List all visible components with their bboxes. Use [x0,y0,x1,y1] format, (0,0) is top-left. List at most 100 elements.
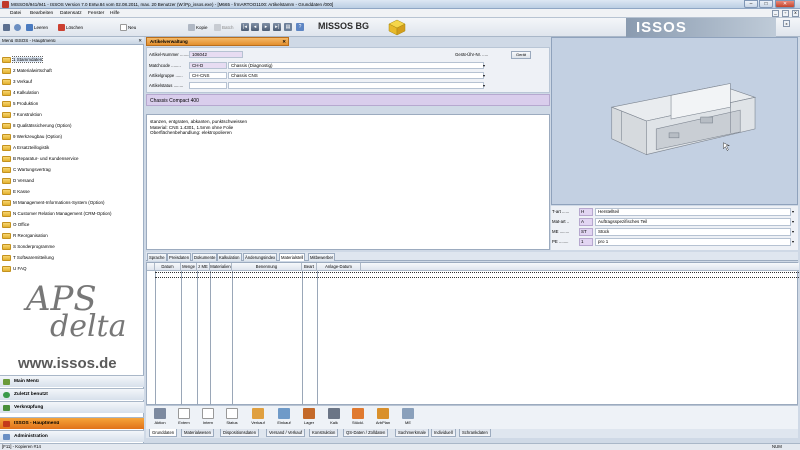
menu-hilfe[interactable]: Hilfe [110,11,120,16]
artikelgruppe-code-field[interactable]: CH-CNS [189,72,227,79]
undo-icon[interactable] [14,23,22,32]
matchcode-code-field[interactable]: CH-D [189,62,227,69]
next-record-button[interactable]: ▸ [262,23,270,31]
column-header-beart[interactable]: Beart [302,263,317,271]
doc-close-button[interactable]: x [792,10,799,17]
tab-close-icon[interactable]: ✕ [282,38,286,45]
description-textarea[interactable]: stanzen, entgraten, abkanten, punktschwe… [146,114,550,250]
sidebar-item-konstruktion[interactable]: 7 Konstruktion [2,110,140,119]
column-header-zme[interactable]: z ME [197,263,210,271]
mengeneinheit-dropdown-icon[interactable]: ▾ [792,229,794,234]
loeschen-button[interactable]: Löschen [58,23,83,32]
minimize-button[interactable]: – [744,0,758,8]
nav-verknuepfung[interactable]: Verknüpfung [0,401,144,413]
tab-sachmerkmale[interactable]: Sachmerkmale [395,429,429,437]
nav-issos-hauptmenue[interactable]: ISSOS - Hauptmenü [0,417,144,429]
prev-record-button[interactable]: ◂ [251,23,259,31]
tab-dispositionsdaten[interactable]: Dispositionsdaten [220,429,260,437]
sidebar-item-verkauf[interactable]: 3 Verkauf [2,77,140,86]
sidebar-item-produktion[interactable]: 5 Produktion [2,99,140,108]
leeren-button[interactable]: Leeren [26,23,48,32]
mengeneinheit-text-field[interactable]: Stück [595,228,791,236]
artikelstatus-code-field[interactable] [189,82,227,89]
description-title[interactable]: Chassis Compact 400 [146,94,550,106]
matchcode-dropdown-icon[interactable]: ▾ [481,63,487,69]
sidebar-item-reparatur[interactable]: B Reparatur- und Kundenservice [2,154,140,163]
sidebar-item-qualitaetssicherung[interactable]: 8 Qualitätssicherung (Option) [2,121,140,130]
menu-datei[interactable]: Datei [10,11,21,16]
menu-bearbeiten[interactable]: Bearbeiten [30,11,53,16]
tab-preisdaten[interactable]: Preisdaten [167,253,192,261]
intern-button[interactable]: Intern [198,408,218,429]
menu-datensatz[interactable]: Datensatz [60,11,82,16]
geraet-button[interactable]: Gerät [511,51,531,59]
tab-materialwesen[interactable]: Materialwesen [181,429,214,437]
material-grid[interactable]: Datum Menge z ME Materialien Benennung B… [146,262,799,405]
sidebar-item-werkzeugbau[interactable]: 9 Werkzeugbau (Option) [2,132,140,141]
column-header-materialien[interactable]: Materialien [210,263,232,271]
sidebar-item-kalkulation[interactable]: 4 Kalkulation [2,88,140,97]
stueckliste-button[interactable]: Stückl. [348,408,368,429]
help-icon[interactable]: ? [296,23,304,31]
status-button[interactable]: Status [222,408,242,429]
aktion-button[interactable]: Aktion [150,408,170,429]
first-record-button[interactable]: |◂ [241,23,249,31]
matchcode-text-field[interactable]: Chassis (Diagnostig) [228,62,484,69]
print-icon[interactable]: ▤ [284,23,292,31]
tab-qs-daten[interactable]: QS-Daten / Zolldaten [343,429,389,437]
preiseinheit-text-field[interactable]: pro 1 [595,238,791,246]
tab-konstruktion[interactable]: Konstruktion [309,429,339,437]
sidebar-item-mis[interactable]: M Management-Informations-System (Option… [2,198,140,207]
close-button[interactable]: ✕ [775,0,795,8]
tab-mitbewerber[interactable]: Mitbewerber [308,253,336,261]
artikelstatus-dropdown-icon[interactable]: ▾ [481,83,487,89]
tab-individuell[interactable]: Individuell [431,429,456,437]
nav-zuletzt-benutzt[interactable]: Zuletzt benutzt [0,388,144,400]
neu-button[interactable]: Neu [120,23,136,32]
sidebar-item-crm[interactable]: N Customer Relation Management (CRM-Opti… [2,209,140,218]
kalk-button[interactable]: Kalk [324,408,344,429]
save-icon[interactable] [3,23,11,32]
sidebar-item-stammdaten[interactable]: 1 Stammdaten [2,55,140,64]
tab-materialstell[interactable]: Materialstell [279,253,306,261]
batch-button[interactable]: Batch [214,23,234,32]
artikelgruppe-text-field[interactable]: Chassis CNS [228,72,484,79]
preiseinheit-code-field[interactable]: 1 [579,238,593,246]
verkauf-button[interactable]: Verkauf [248,408,268,429]
sidebar-item-office[interactable]: O Office [2,220,140,229]
tab-kalkulation[interactable]: Kalkulation [217,253,242,261]
sidebar-item-wartungsvertrag[interactable]: C Wartungsvertrag [2,165,140,174]
sidebar-item-faq[interactable]: U FAQ [2,264,140,273]
doc-restore-button[interactable]: ▫ [782,10,789,17]
nav-main-menu[interactable]: Main Menü [0,375,144,387]
sidebar-item-reorganisation[interactable]: R Reorganisation [2,231,140,240]
materialart-code-field[interactable]: A [579,218,593,226]
toolbar-close-button[interactable]: x [783,20,790,27]
sidebar-item-kasse[interactable]: E Kasse [2,187,140,196]
nav-administration[interactable]: Administration [0,430,144,442]
tab-dokumente[interactable]: Dokumente [192,253,218,261]
preiseinheit-dropdown-icon[interactable]: ▾ [792,239,794,244]
teileart-code-field[interactable]: H [579,208,593,216]
einkauf-button[interactable]: Einkauf [274,408,294,429]
artikelnummer-field[interactable]: 106042 [189,51,243,58]
teileart-dropdown-icon[interactable]: ▾ [792,209,794,214]
sidebar-item-versand[interactable]: D Versand [2,176,140,185]
arbplan-button[interactable]: ArbPlan [373,408,393,429]
lager-button[interactable]: Lager [299,408,319,429]
last-record-button[interactable]: ▸| [273,23,281,31]
tab-sprache[interactable]: Sprache [147,253,167,261]
tab-versand-verkauf[interactable]: Versand / Verkauf [266,429,306,437]
artikelstatus-text-field[interactable] [228,82,484,89]
maximize-button[interactable]: □ [759,0,773,8]
doc-minimize-button[interactable]: _ [772,10,779,17]
sidebar-item-materialwirtschaft[interactable]: 2 Materialwirtschaft [2,66,140,75]
tab-artikelverwaltung[interactable]: Artikelverwaltung ✕ [146,37,289,46]
grid-focus-row[interactable] [155,272,799,278]
column-header-anlage-datum[interactable]: Anlage-Datum [317,263,361,271]
artikelgruppe-dropdown-icon[interactable]: ▾ [481,73,487,79]
teileart-text-field[interactable]: Herstellteil [595,208,791,216]
column-header-datum[interactable]: Datum [155,263,181,271]
kopie-button[interactable]: Kopie [188,23,208,32]
materialart-dropdown-icon[interactable]: ▾ [792,219,794,224]
